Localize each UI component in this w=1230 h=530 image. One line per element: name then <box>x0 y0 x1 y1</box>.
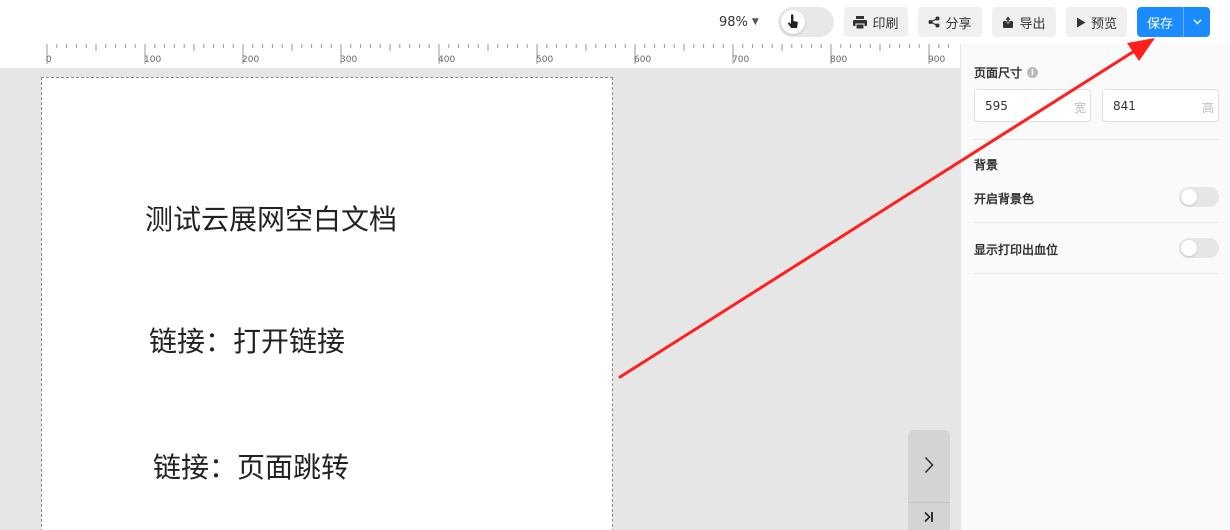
ruler-label: 400 <box>438 55 456 65</box>
document-page[interactable]: 测试云展网空白文档 链接：打开链接 链接：页面跳转 <box>41 77 613 530</box>
zoom-value: 98% <box>719 14 748 30</box>
page-size-heading: 页面尺寸 i <box>974 64 1039 81</box>
expand-panel-button[interactable] <box>908 430 950 500</box>
ruler-label: 300 <box>340 55 358 65</box>
divider <box>974 139 1218 140</box>
chevron-right-icon <box>924 456 934 474</box>
divider <box>974 273 1218 274</box>
top-toolbar: 98% ▼ 印刷 分享 导出 预览 保存 <box>0 0 1230 44</box>
side-panel-tab <box>908 430 950 530</box>
enable-bg-color-label: 开启背景色 <box>974 192 1035 206</box>
page-height-input[interactable] <box>1113 90 1183 121</box>
save-button[interactable]: 保存 <box>1137 7 1183 37</box>
link-open-text[interactable]: 链接：打开链接 <box>149 320 345 360</box>
horizontal-ruler: 0 100 200 300 400 500 600 700 800 900 <box>0 44 960 69</box>
share-button[interactable]: 分享 <box>918 7 982 37</box>
ruler-label: 900 <box>928 55 946 65</box>
share-icon <box>928 16 940 28</box>
save-dropdown-button[interactable] <box>1184 7 1210 37</box>
ruler-label: 600 <box>634 55 652 65</box>
ruler-label: 700 <box>732 55 750 65</box>
arrow-to-end-icon <box>924 511 933 523</box>
page-width-field: 宽 <box>974 89 1091 122</box>
page-height-field: 高 <box>1102 89 1219 122</box>
export-icon <box>1003 16 1014 28</box>
printer-icon <box>853 15 868 29</box>
page-title-text[interactable]: 测试云展网空白文档 <box>145 198 397 238</box>
export-button[interactable]: 导出 <box>992 7 1056 37</box>
share-label: 分享 <box>945 16 972 32</box>
divider <box>974 222 1218 223</box>
show-bleed-switch[interactable] <box>1179 238 1219 258</box>
ruler-label: 200 <box>242 55 260 65</box>
show-bleed-label: 显示打印出血位 <box>974 243 1059 257</box>
page-size-label: 页面尺寸 <box>974 66 1023 80</box>
preview-button[interactable]: 预览 <box>1066 7 1127 37</box>
play-icon <box>1076 17 1086 27</box>
ruler-label: 500 <box>536 55 554 65</box>
zoom-select[interactable]: 98% ▼ <box>719 12 759 32</box>
height-unit: 高 <box>1201 101 1214 115</box>
page-width-input[interactable] <box>985 90 1055 121</box>
width-unit: 宽 <box>1073 101 1086 115</box>
chevron-down-icon <box>1192 19 1202 25</box>
hand-pointer-icon <box>781 10 805 34</box>
chevron-down-icon: ▼ <box>751 17 759 27</box>
ruler-label: 0 <box>46 55 52 65</box>
link-jump-text[interactable]: 链接：页面跳转 <box>153 446 349 486</box>
properties-panel: 页面尺寸 i 宽 高 背景 开启背景色 显示打印出血位 <box>960 44 1230 530</box>
collapse-to-end-button[interactable] <box>908 502 950 530</box>
background-heading: 背景 <box>974 158 999 172</box>
preview-label: 预览 <box>1090 16 1117 32</box>
info-icon[interactable]: i <box>1027 67 1039 78</box>
print-button[interactable]: 印刷 <box>844 7 908 37</box>
editor-canvas[interactable]: 测试云展网空白文档 链接：打开链接 链接：页面跳转 <box>0 68 960 530</box>
export-label: 导出 <box>1019 16 1046 32</box>
print-label: 印刷 <box>872 16 899 32</box>
hand-tool-toggle[interactable] <box>778 7 834 37</box>
ruler-label: 800 <box>830 55 848 65</box>
save-button-group: 保存 <box>1137 7 1210 37</box>
ruler-label: 100 <box>144 55 162 65</box>
enable-bg-color-switch[interactable] <box>1179 187 1219 207</box>
